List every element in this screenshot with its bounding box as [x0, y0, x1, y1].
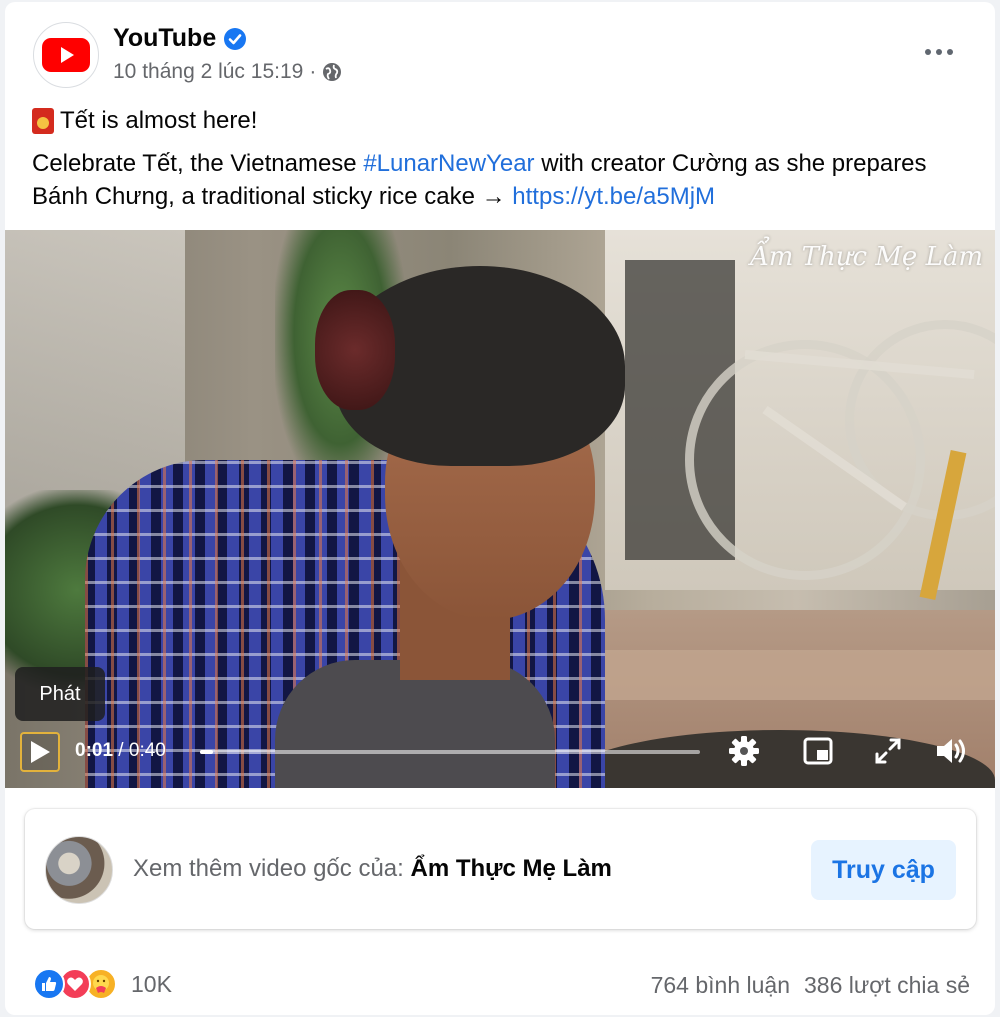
- time-separator: /: [113, 740, 129, 761]
- current-time: 0:01: [75, 740, 114, 761]
- fullscreen-icon: [875, 738, 901, 764]
- more-dot: [936, 49, 942, 55]
- hugging-face-icon: [93, 975, 109, 993]
- reaction-count: 10K: [131, 970, 172, 997]
- channel-avatar[interactable]: [45, 836, 113, 904]
- progress-bar[interactable]: [200, 750, 700, 754]
- facebook-post: YouTube 10 tháng 2 lúc 15:19 · Tết is al…: [5, 2, 995, 1015]
- youtube-page-avatar[interactable]: [33, 22, 99, 88]
- post-body: Celebrate Tết, the Vietnamese #LunarNewY…: [32, 147, 962, 213]
- play-button[interactable]: [20, 732, 60, 772]
- play-icon: [31, 741, 50, 763]
- settings-gear-icon: [729, 736, 759, 766]
- pip-button[interactable]: [801, 734, 835, 768]
- volume-icon: [937, 739, 965, 763]
- fullscreen-button[interactable]: [871, 734, 905, 768]
- youtube-logo-icon: [42, 38, 90, 72]
- page-name-link[interactable]: YouTube: [113, 24, 216, 53]
- verified-badge-icon: [224, 27, 247, 50]
- play-tooltip: Phát: [15, 667, 105, 721]
- reactions-summary[interactable]: 10K: [33, 968, 172, 1000]
- meta-separator: ·: [309, 60, 317, 83]
- post-timestamp[interactable]: 10 tháng 2 lúc 15:19: [113, 60, 303, 84]
- video-duration: 0:40: [128, 740, 166, 761]
- picture-in-picture-icon: [803, 737, 833, 765]
- more-dot: [947, 49, 953, 55]
- thumbs-up-icon: [42, 977, 57, 991]
- original-video-prefix: Xem thêm video gốc của:: [133, 855, 411, 882]
- volume-button[interactable]: [935, 734, 969, 768]
- page-name-row: YouTube: [113, 24, 247, 53]
- post-meta: 10 tháng 2 lúc 15:19 ·: [113, 60, 342, 84]
- channel-name-link[interactable]: Ẩm Thực Mẹ Làm: [410, 855, 611, 882]
- post-headline-text: Tết is almost here!: [60, 107, 258, 134]
- video-player[interactable]: Ẩm Thực Mẹ Làm Phát 0:01 / 0:40: [5, 230, 995, 788]
- original-video-text: Xem thêm video gốc của: Ẩm Thực Mẹ Làm: [133, 855, 612, 883]
- post-text: Tết is almost here! Celebrate Tết, the V…: [32, 104, 962, 213]
- hair-scrunchie: [315, 290, 395, 410]
- more-dot: [925, 49, 931, 55]
- settings-button[interactable]: [727, 734, 761, 768]
- post-url-link[interactable]: https://yt.be/a5MjM: [512, 183, 715, 210]
- hashtag-link[interactable]: #LunarNewYear: [363, 150, 534, 177]
- more-options-icon[interactable]: [919, 42, 959, 62]
- post-body-prefix: Celebrate Tết, the Vietnamese: [32, 150, 364, 177]
- globe-icon[interactable]: [322, 62, 342, 82]
- post-headline: Tết is almost here!: [32, 104, 962, 137]
- like-icon: [33, 968, 65, 1000]
- original-video-card: Xem thêm video gốc của: Ẩm Thực Mẹ Làm T…: [25, 809, 976, 929]
- shares-count-link[interactable]: 386 lượt chia sẻ: [804, 972, 970, 999]
- video-watermark: Ẩm Thực Mẹ Làm: [749, 242, 983, 272]
- post-stats: 764 bình luận 386 lượt chia sẻ: [651, 972, 970, 999]
- video-controls: 0:01 / 0:40: [5, 720, 995, 780]
- red-envelope-icon: [32, 107, 54, 134]
- visit-button[interactable]: Truy cập: [811, 840, 956, 900]
- heart-icon: [67, 977, 83, 991]
- progress-fill: [200, 750, 213, 754]
- comments-count-link[interactable]: 764 bình luận: [651, 972, 790, 999]
- video-frame-detail: [565, 650, 995, 700]
- video-time: 0:01 / 0:40: [75, 740, 166, 762]
